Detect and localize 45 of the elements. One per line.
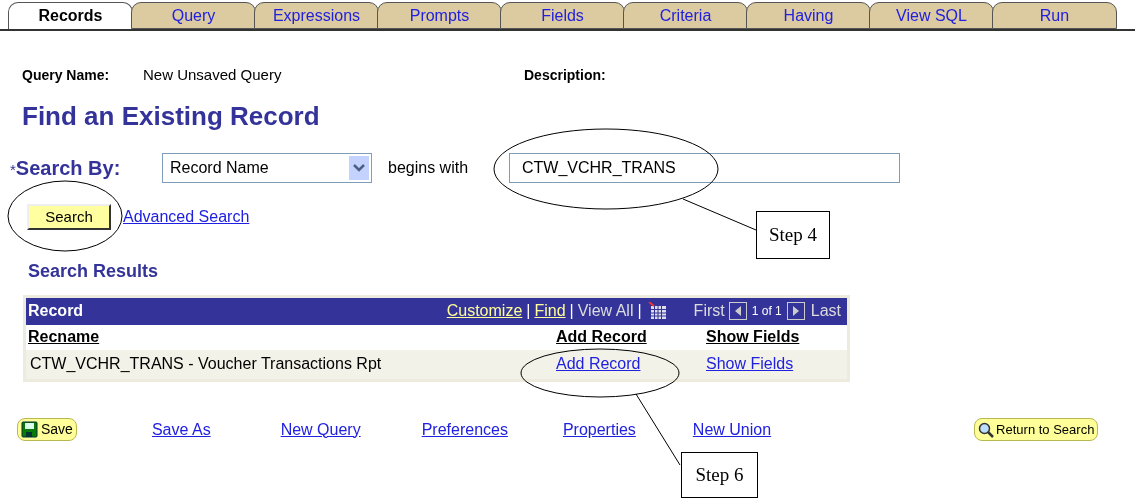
- tab[interactable]: Criteria: [623, 2, 748, 29]
- callout-label: Step 4: [756, 211, 830, 259]
- field-label: Query Name:: [22, 66, 111, 85]
- separator: |: [637, 301, 642, 321]
- find-link[interactable]: Find: [534, 299, 566, 323]
- column-header[interactable]: Add Record: [556, 325, 706, 349]
- footer-link[interactable]: New Query: [280, 417, 361, 442]
- advanced-search-link[interactable]: Advanced Search: [123, 204, 250, 229]
- tab[interactable]: Query: [131, 2, 256, 29]
- return-to-search-button[interactable]: Return to Search: [974, 418, 1099, 441]
- operator-label: begins with: [388, 157, 470, 178]
- column-header[interactable]: Show Fields: [706, 325, 846, 349]
- query-name-value: New Unsaved Query: [143, 65, 283, 85]
- search-input-field[interactable]: CTW_VCHR_TRANS: [509, 152, 900, 183]
- add-record-link[interactable]: Add Record: [556, 352, 706, 376]
- search-by-select[interactable]: Record Name: [162, 152, 372, 183]
- grid-title: Record: [28, 301, 84, 321]
- tab[interactable]: View SQL: [869, 2, 994, 29]
- first-label: First: [693, 301, 725, 321]
- footer-link[interactable]: Preferences: [421, 417, 508, 442]
- page-count: 1 of 1: [751, 303, 782, 320]
- field-label: *Search By:: [10, 155, 122, 181]
- callout-label: Step 6: [681, 452, 758, 498]
- footer-link[interactable]: New Union: [692, 417, 772, 442]
- tab[interactable]: Expressions: [254, 2, 379, 29]
- save-button[interactable]: Save: [17, 418, 77, 441]
- show-fields-link[interactable]: Show Fields: [706, 352, 846, 376]
- search-button[interactable]: Search: [27, 203, 111, 230]
- table-cell-text: CTW_VCHR_TRANS - Voucher Transactions Rpt: [29, 354, 383, 374]
- customize-link[interactable]: Customize: [446, 299, 523, 323]
- page-heading: Find an Existing Record: [21, 99, 321, 133]
- tab[interactable]: Run: [992, 2, 1117, 29]
- footer-link[interactable]: Save As: [151, 417, 211, 442]
- separator: |: [526, 301, 531, 321]
- tab[interactable]: Records: [8, 2, 133, 29]
- last-label: Last: [810, 301, 841, 321]
- field-label: Description:: [524, 66, 606, 85]
- footer-link[interactable]: Properties: [562, 417, 636, 442]
- tab[interactable]: Fields: [500, 2, 625, 29]
- section-title: Search Results: [28, 259, 159, 283]
- tab[interactable]: Having: [746, 2, 871, 29]
- view-all-text: View All: [577, 301, 634, 321]
- column-header[interactable]: Recname: [26, 325, 556, 349]
- separator: |: [569, 301, 574, 321]
- tab[interactable]: Prompts: [377, 2, 502, 29]
